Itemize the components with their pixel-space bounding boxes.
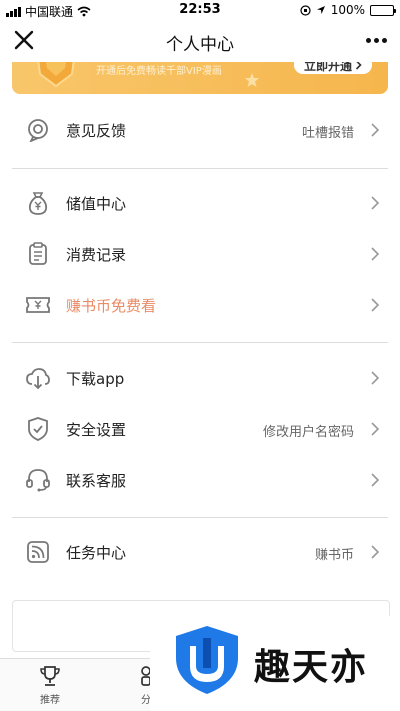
nav-bar: 个人中心 xyxy=(0,20,400,62)
menu-item-recharge[interactable]: 储值中心 xyxy=(0,181,400,225)
menu-hint-tasks: 赚书币 xyxy=(314,548,354,563)
tab-recommend[interactable]: 推荐 xyxy=(30,665,70,706)
cloud-download-icon xyxy=(26,368,50,390)
menu-item-earn[interactable]: 赚书币免费看 xyxy=(0,283,400,327)
chevron-right-icon xyxy=(371,371,380,385)
headset-icon xyxy=(26,469,50,492)
chevron-right-icon xyxy=(371,422,380,436)
money-bag-icon xyxy=(28,192,48,215)
menu-label-download: 下载app xyxy=(66,370,125,388)
menu-label-earn: 赚书币免费看 xyxy=(66,297,157,315)
shield-check-icon xyxy=(28,417,48,441)
status-bar: 中国联通 22:53 100% xyxy=(0,0,400,20)
watermark-text: 趣天亦 xyxy=(254,647,369,688)
rss-icon xyxy=(27,541,49,563)
menu-label-records: 消费记录 xyxy=(66,246,127,264)
divider xyxy=(12,517,388,518)
chevron-right-icon xyxy=(371,298,380,312)
watermark: 趣天亦 xyxy=(150,616,400,711)
battery-icon xyxy=(370,4,396,16)
vip-open-button[interactable]: 立即开通 xyxy=(293,62,372,74)
location-icon xyxy=(316,6,325,14)
chevron-right-icon xyxy=(371,247,380,261)
chevron-right-icon xyxy=(371,196,380,210)
page-title: 个人中心 xyxy=(166,35,234,55)
menu-item-tasks[interactable]: 任务中心 赚书币 xyxy=(0,530,400,574)
vip-banner-text: 开通后免费畅读千部VIP漫画 xyxy=(96,66,222,77)
menu-label-tasks: 任务中心 xyxy=(66,544,127,562)
menu-label-security: 安全设置 xyxy=(66,421,127,439)
chevron-right-icon xyxy=(355,62,362,70)
menu-label-support: 联系客服 xyxy=(66,472,127,490)
divider xyxy=(12,168,388,169)
shield-logo-icon xyxy=(176,626,238,694)
menu-item-support[interactable]: 联系客服 xyxy=(0,458,400,502)
vip-crown-icon xyxy=(37,62,75,88)
tab-label-recommend: 推荐 xyxy=(40,695,60,706)
menu-label-feedback: 意见反馈 xyxy=(66,122,127,140)
menu-item-security[interactable]: 安全设置 修改用户名密码 xyxy=(0,407,400,451)
battery-percent: 100% xyxy=(330,3,365,17)
chevron-right-icon xyxy=(371,545,380,559)
menu-item-records[interactable]: 消费记录 xyxy=(0,232,400,276)
menu-hint-feedback: 吐槽报错 xyxy=(301,126,354,141)
menu-item-download[interactable]: 下载app xyxy=(0,356,400,400)
receipt-icon xyxy=(29,242,47,265)
chevron-right-icon xyxy=(371,123,380,137)
menu-item-feedback[interactable]: 意见反馈 吐槽报错 xyxy=(0,108,400,152)
more-icon[interactable] xyxy=(362,26,390,54)
divider xyxy=(12,342,388,343)
vip-banner[interactable]: 开通后免费畅读千部VIP漫画 立即开通 xyxy=(12,62,388,94)
chevron-right-icon xyxy=(371,473,380,487)
menu-label-recharge: 储值中心 xyxy=(66,195,127,213)
feedback-icon xyxy=(28,119,48,142)
ticket-icon xyxy=(26,297,50,313)
menu-hint-security: 修改用户名密码 xyxy=(262,425,354,440)
star-icon xyxy=(245,73,259,87)
orientation-lock-icon xyxy=(300,4,311,16)
trophy-icon xyxy=(40,666,60,686)
vip-open-label: 立即开通 xyxy=(303,62,352,73)
